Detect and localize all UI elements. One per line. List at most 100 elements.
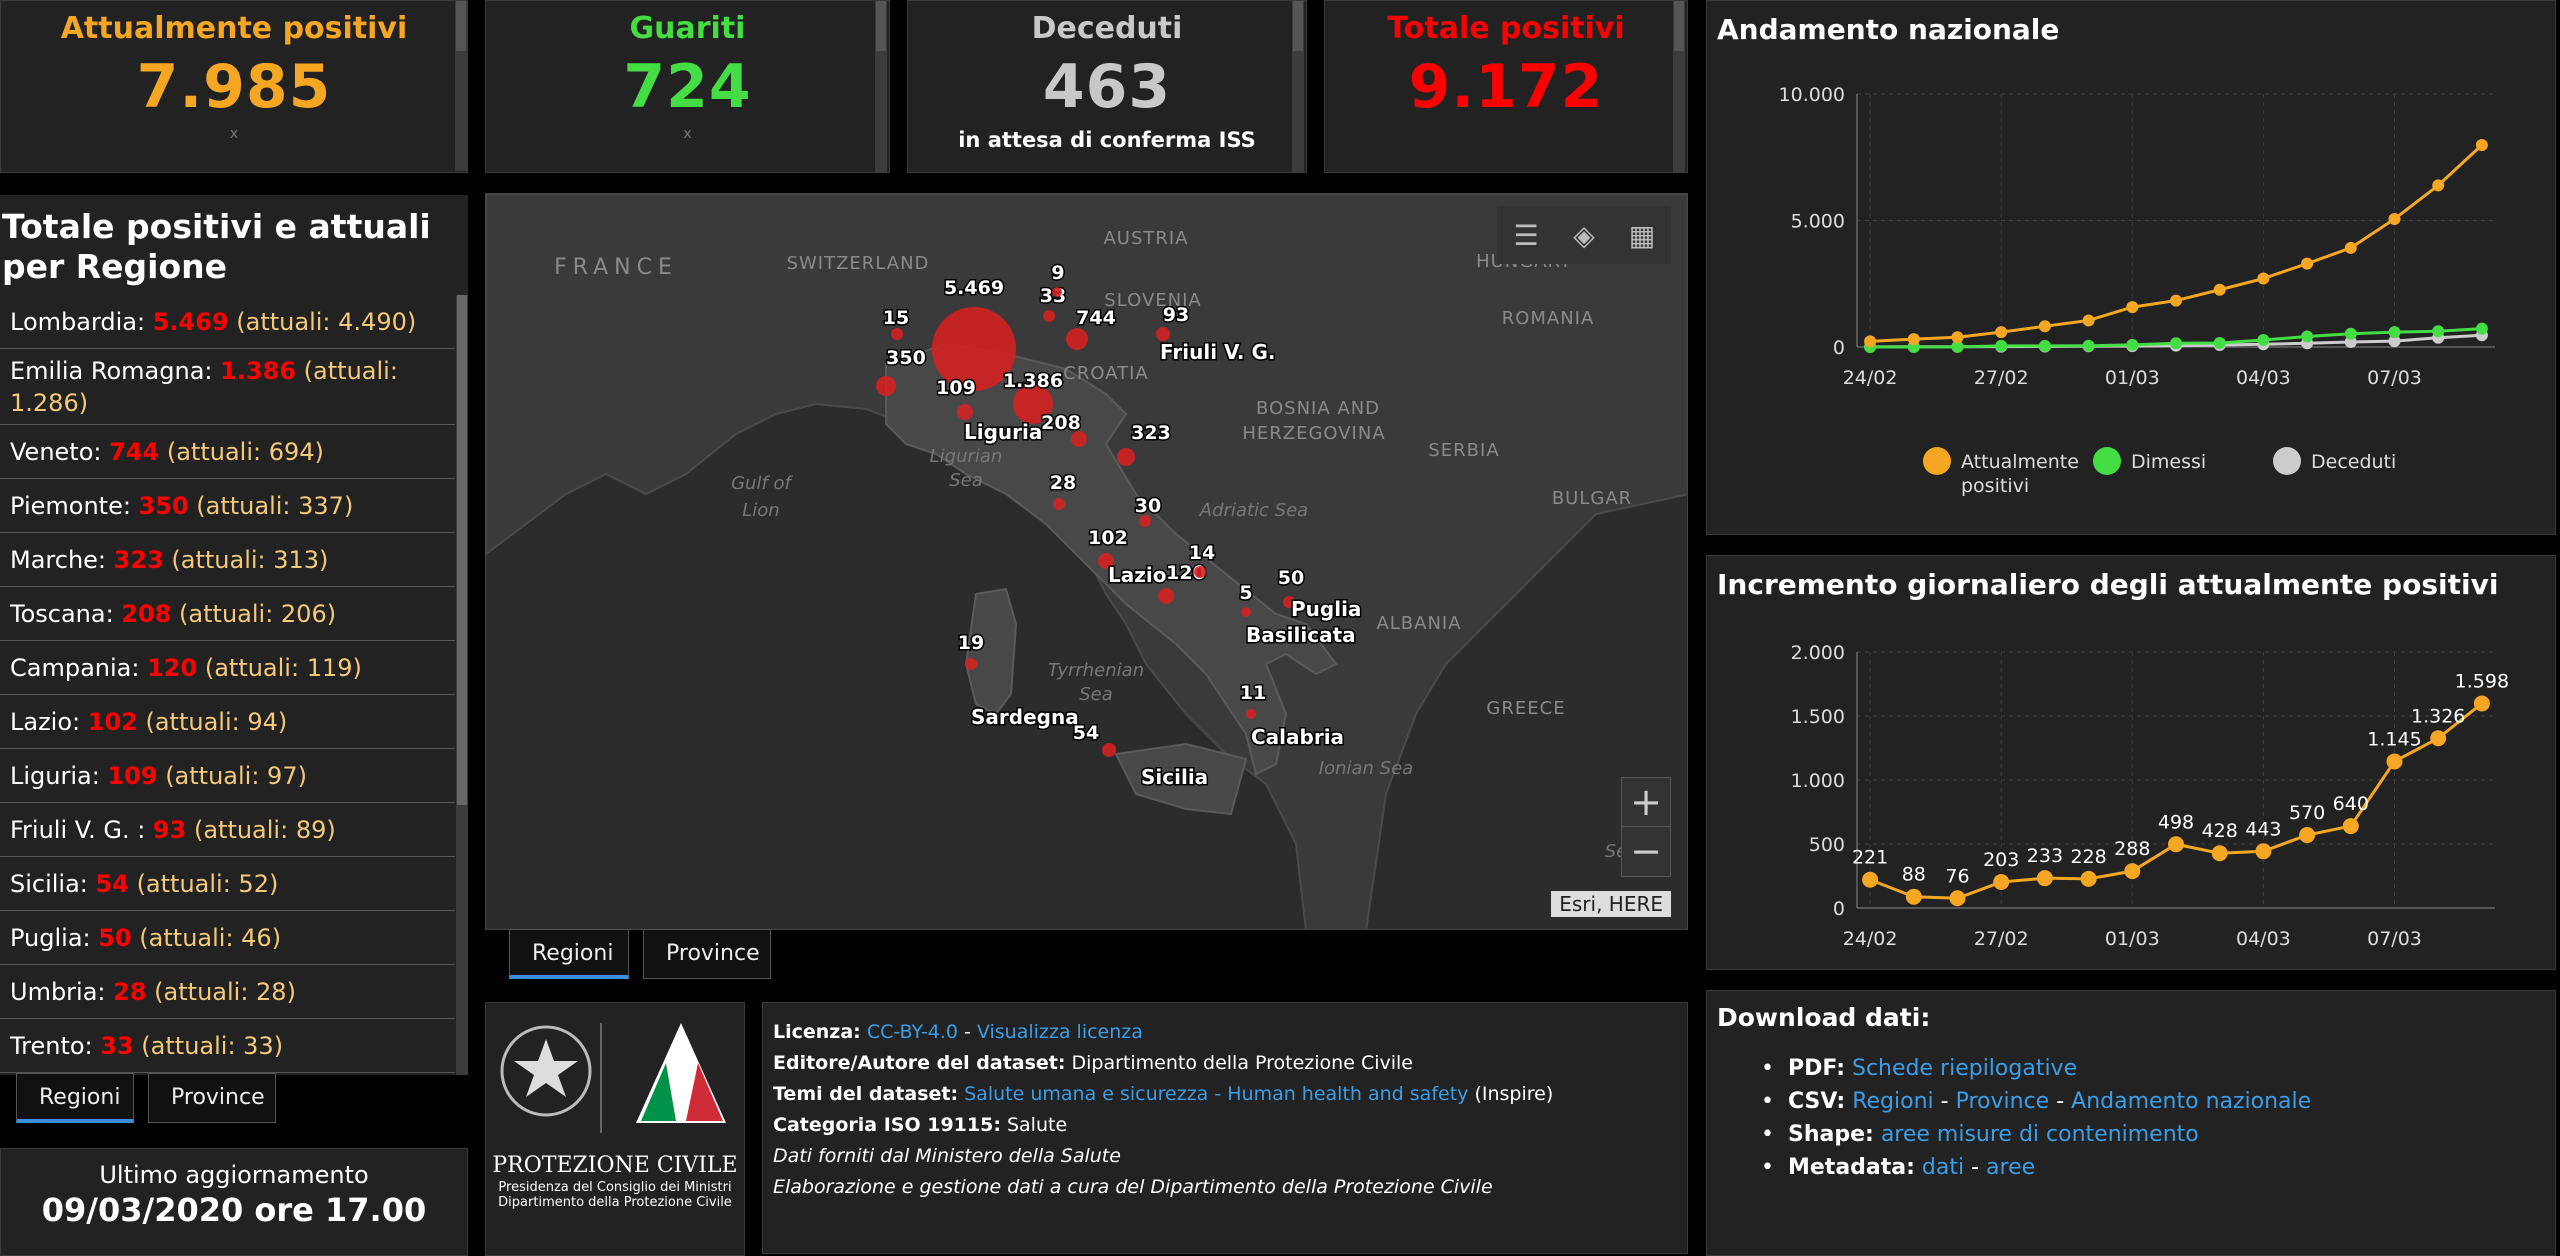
data-point[interactable] xyxy=(2080,870,2097,887)
data-point[interactable] xyxy=(1905,888,1922,905)
region-entry: Liguria: 109 (attuali: 97) xyxy=(10,760,307,792)
legend-marker[interactable] xyxy=(2093,447,2121,475)
data-point[interactable] xyxy=(2257,334,2270,347)
data-point[interactable] xyxy=(2301,257,2314,270)
case-bubble[interactable] xyxy=(1043,310,1055,322)
case-bubble[interactable] xyxy=(1246,709,1256,719)
bubble-label: 14 xyxy=(1189,542,1215,564)
metadata-dati-link[interactable]: dati xyxy=(1922,1155,1964,1180)
tab-province[interactable]: Province xyxy=(148,1073,276,1123)
pdf-link[interactable]: Schede riepilogative xyxy=(1852,1056,2077,1081)
scrollbar-thumb[interactable] xyxy=(457,295,467,805)
scrollbar[interactable] xyxy=(1292,1,1304,172)
case-bubble[interactable] xyxy=(1117,448,1135,466)
data-point[interactable] xyxy=(2430,730,2447,747)
legend-label[interactable]: Deceduti xyxy=(2311,451,2396,473)
zoom-in-button[interactable]: + xyxy=(1622,778,1670,827)
data-point[interactable] xyxy=(1907,333,1920,346)
data-point[interactable] xyxy=(2038,320,2051,333)
region-label: Sicilia xyxy=(1141,765,1208,789)
data-point[interactable] xyxy=(2299,827,2316,844)
data-point[interactable] xyxy=(2344,241,2357,254)
data-point[interactable] xyxy=(2388,212,2401,225)
case-bubble[interactable] xyxy=(1156,327,1170,341)
data-point[interactable] xyxy=(2432,179,2445,192)
case-bubble[interactable] xyxy=(1102,743,1116,757)
legend-marker[interactable] xyxy=(2273,447,2301,475)
data-point[interactable] xyxy=(2168,836,2184,853)
legend-label[interactable]: Attualmente xyxy=(1961,451,2079,473)
data-point[interactable] xyxy=(1993,874,2010,891)
data-point[interactable] xyxy=(2475,138,2488,151)
data-point[interactable] xyxy=(2344,327,2357,340)
csv-regioni-link[interactable]: Regioni xyxy=(1852,1089,1933,1114)
tab-province[interactable]: Province xyxy=(643,929,771,979)
data-point[interactable] xyxy=(2213,283,2226,296)
data-point[interactable] xyxy=(1995,326,2008,339)
csv-andamento-link[interactable]: Andamento nazionale xyxy=(2071,1089,2311,1114)
data-point[interactable] xyxy=(2475,322,2488,335)
case-bubble[interactable] xyxy=(1052,287,1062,297)
list-icon[interactable]: ☰ xyxy=(1497,206,1555,264)
case-bubble[interactable] xyxy=(891,328,903,340)
data-point[interactable] xyxy=(2126,338,2139,351)
case-bubble[interactable] xyxy=(1053,498,1065,510)
data-point[interactable] xyxy=(2126,301,2139,314)
tab-regioni[interactable]: Regioni xyxy=(16,1073,134,1123)
csv-province-link[interactable]: Province xyxy=(1956,1089,2050,1114)
scrollbar[interactable] xyxy=(455,1,467,171)
tab-regioni[interactable]: Regioni xyxy=(509,929,629,979)
data-point[interactable] xyxy=(2388,326,2401,339)
data-point[interactable] xyxy=(1951,331,1964,344)
legend-marker[interactable] xyxy=(1923,447,1951,475)
data-point[interactable] xyxy=(2342,818,2359,835)
scrollbar[interactable] xyxy=(1673,1,1685,172)
data-point[interactable] xyxy=(2257,272,2270,285)
data-point[interactable] xyxy=(2170,337,2182,350)
data-point[interactable] xyxy=(1862,871,1879,888)
data-point[interactable] xyxy=(2473,695,2490,712)
case-bubble[interactable] xyxy=(876,376,896,396)
data-point[interactable] xyxy=(2301,330,2314,343)
case-bubble[interactable] xyxy=(1066,328,1088,350)
view-license-link[interactable]: Visualizza licenza xyxy=(977,1021,1143,1043)
chart-incremento-panel: Incremento giornaliero degli attualmente… xyxy=(1706,555,2556,970)
regions-scrollbar[interactable] xyxy=(456,295,468,1075)
zoom-out-button[interactable]: − xyxy=(1622,827,1670,876)
table-row: Marche: 323 (attuali: 313) xyxy=(0,533,455,587)
scrollbar[interactable] xyxy=(875,1,887,172)
map-view[interactable]: FRANCESWITZERLANDAUSTRIAHUNGARYSLOVENIAC… xyxy=(485,193,1688,930)
data-point[interactable] xyxy=(2038,339,2051,352)
data-point[interactable] xyxy=(2124,863,2141,880)
license-link[interactable]: CC-BY-4.0 xyxy=(867,1021,958,1043)
data-point[interactable] xyxy=(1995,339,2008,352)
legend-label[interactable]: positivi xyxy=(1961,475,2029,497)
case-bubble[interactable] xyxy=(957,404,973,420)
data-point[interactable] xyxy=(2170,294,2182,307)
case-bubble[interactable] xyxy=(1194,566,1206,578)
data-point[interactable] xyxy=(2432,325,2445,338)
data-point[interactable] xyxy=(2211,845,2228,862)
data-point[interactable] xyxy=(2082,339,2095,352)
data-point[interactable] xyxy=(1949,890,1966,907)
case-bubble[interactable] xyxy=(965,658,977,670)
data-point[interactable] xyxy=(2255,843,2272,860)
qr-grid-icon[interactable]: ▦ xyxy=(1613,206,1671,264)
case-bubble[interactable] xyxy=(1241,607,1251,617)
data-point[interactable] xyxy=(2386,753,2403,770)
data-point[interactable] xyxy=(2082,314,2095,327)
map-canvas[interactable]: FRANCESWITZERLANDAUSTRIAHUNGARYSLOVENIAC… xyxy=(486,194,1688,930)
license-label: Licenza: xyxy=(773,1021,861,1043)
table-row: Veneto: 744 (attuali: 694) xyxy=(0,425,455,479)
metadata-aree-link[interactable]: aree xyxy=(1986,1155,2035,1180)
case-bubble[interactable] xyxy=(1158,588,1174,604)
themes-link[interactable]: Salute umana e sicurezza - Human health … xyxy=(964,1083,1468,1105)
data-point[interactable] xyxy=(2213,336,2226,349)
data-point[interactable] xyxy=(2036,870,2053,887)
map-attribution[interactable]: Esri, HERE xyxy=(1551,891,1671,917)
data-point[interactable] xyxy=(1864,335,1877,348)
legend-label[interactable]: Dimessi xyxy=(2131,451,2206,473)
shape-link[interactable]: aree misure di contenimento xyxy=(1881,1122,2199,1147)
layers-icon[interactable]: ◈ xyxy=(1555,206,1613,264)
table-row: Campania: 120 (attuali: 119) xyxy=(0,641,455,695)
